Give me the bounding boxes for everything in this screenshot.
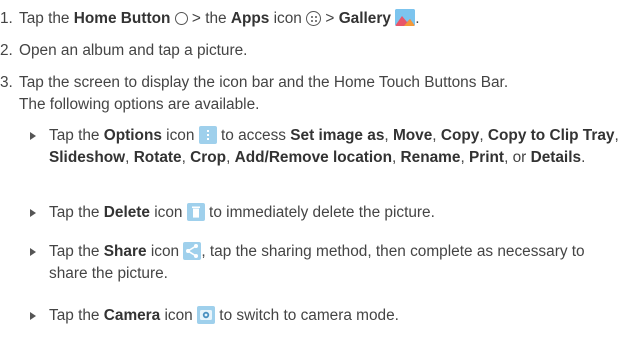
apps-grid-icon: [306, 11, 322, 26]
bullet-text: Tap the Share icon , tap the sharing met…: [49, 242, 585, 282]
step-number: 3.: [0, 74, 13, 91]
gallery-term: Gallery: [338, 10, 391, 27]
bullet-text: Tap the Camera icon to switch to camera …: [49, 306, 399, 324]
bullet-arrow-icon: [30, 312, 36, 320]
step-text: Open an album and tap a picture.: [19, 42, 248, 59]
bullet-arrow-icon: [30, 209, 36, 217]
bullet-arrow-icon: [30, 132, 36, 140]
step-number: 2.: [0, 42, 13, 59]
home-button-term: Home Button: [73, 10, 171, 27]
share-icon: [183, 242, 202, 260]
options-menu-icon: [198, 126, 217, 144]
camera-icon: [197, 306, 216, 324]
bullet-arrow-icon: [30, 248, 36, 256]
bullet-text: Tap the Options icon to access Set image…: [49, 126, 619, 166]
bullet-text: Tap the Delete icon to immediately delet…: [49, 203, 435, 221]
step-text: Tap the screen to display the icon bar a…: [19, 74, 509, 113]
trash-icon: [186, 203, 205, 221]
step-text: Tap the Home Button > the Apps icon > Ga…: [19, 9, 420, 27]
apps-term: Apps: [230, 10, 270, 27]
gallery-icon: [395, 9, 416, 26]
step-number: 1.: [0, 10, 13, 27]
circle-home-icon: [174, 12, 188, 25]
